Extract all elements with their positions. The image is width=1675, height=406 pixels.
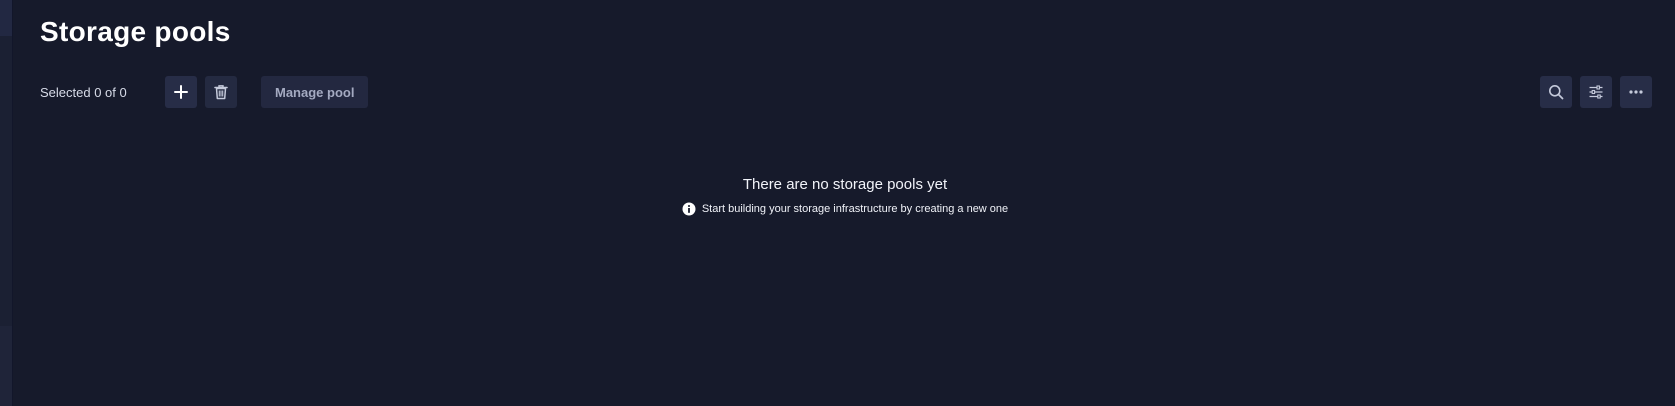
- sliders-icon: [1589, 85, 1603, 99]
- search-icon: [1549, 85, 1564, 100]
- plus-icon: [174, 85, 188, 99]
- more-options-button[interactable]: [1620, 76, 1652, 108]
- toolbar-left: Selected 0 of 0 Manage pool: [40, 76, 369, 108]
- toolbar-right: [1540, 76, 1652, 108]
- delete-pool-button[interactable]: [205, 76, 237, 108]
- storage-pools-page: Storage pools Selected 0 of 0 Manage poo…: [0, 0, 1675, 406]
- search-button[interactable]: [1540, 76, 1572, 108]
- selection-count: Selected 0 of 0: [40, 84, 127, 100]
- empty-state: There are no storage pools yet Start bui…: [0, 174, 1675, 221]
- sidebar-edge-top: [0, 0, 12, 36]
- sidebar-edge-bottom: [0, 326, 12, 406]
- manage-pool-button[interactable]: Manage pool: [261, 76, 369, 108]
- filter-button[interactable]: [1580, 76, 1612, 108]
- empty-state-hint: Start building your storage infrastructu…: [682, 202, 1008, 216]
- info-icon: [682, 202, 696, 216]
- empty-state-title: There are no storage pools yet: [742, 176, 948, 193]
- trash-icon: [214, 85, 228, 100]
- empty-state-hint-text: Start building your storage infrastructu…: [701, 203, 1009, 215]
- ellipsis-icon: [1629, 90, 1643, 94]
- page-title: Storage pools: [40, 16, 231, 47]
- add-pool-button[interactable]: [165, 76, 197, 108]
